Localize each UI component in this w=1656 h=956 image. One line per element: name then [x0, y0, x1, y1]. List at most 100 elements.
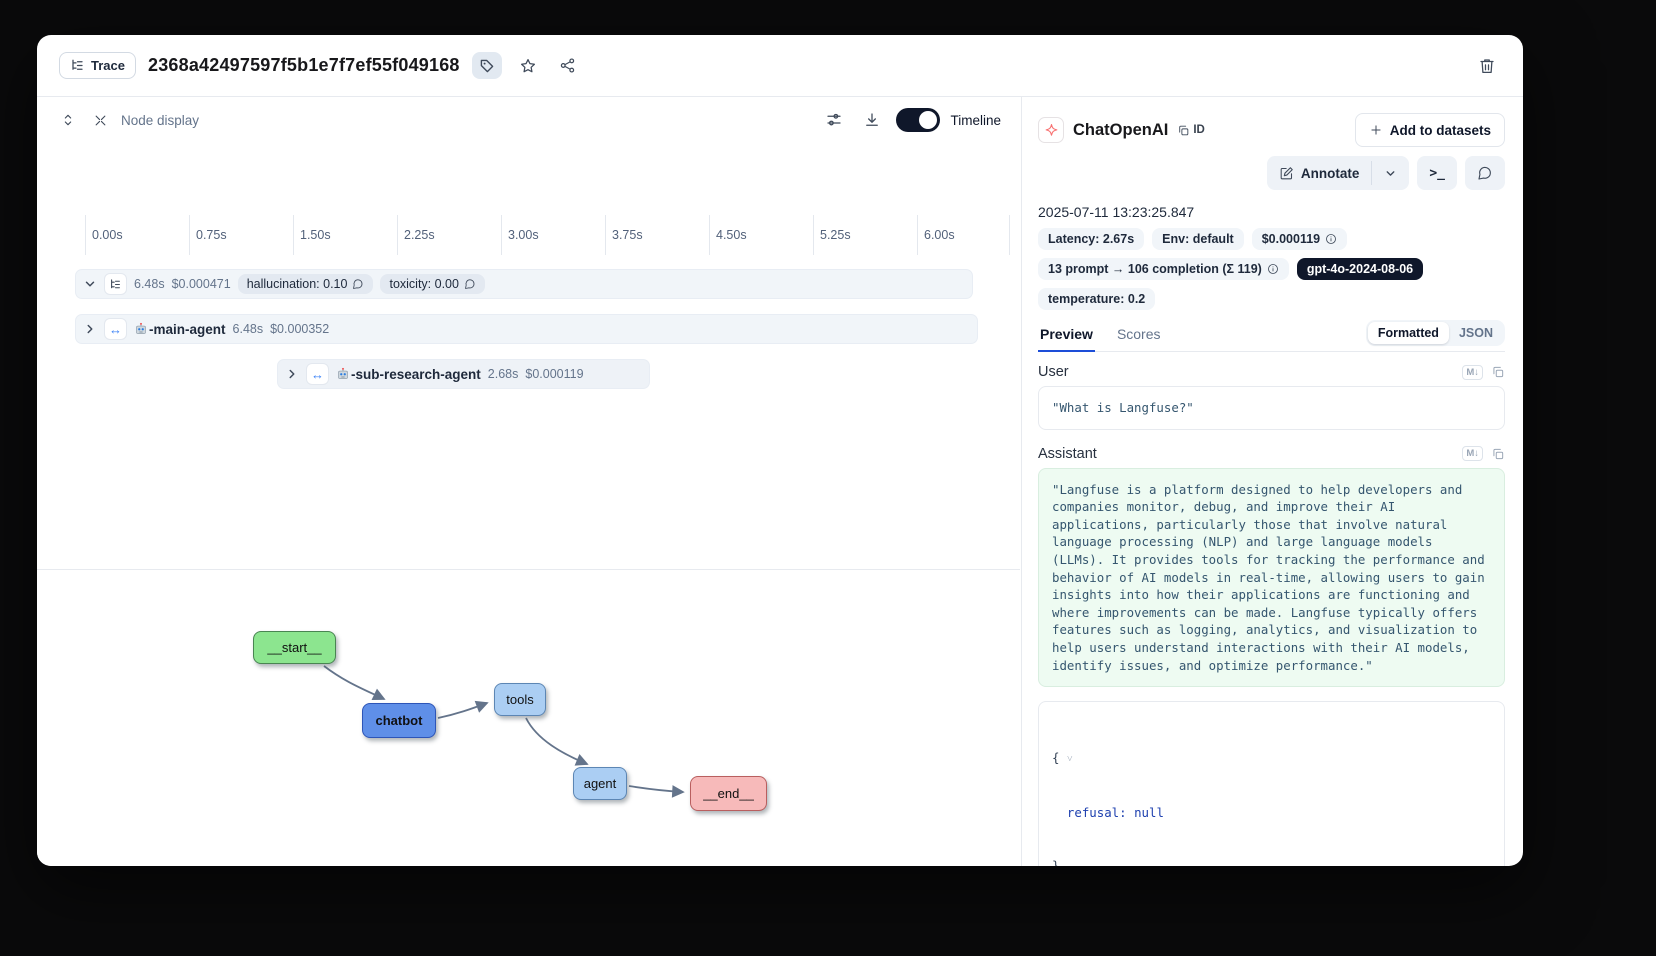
tag-button[interactable]	[472, 52, 502, 79]
chevrons-up-down-icon	[60, 112, 76, 128]
expand-all-button[interactable]	[57, 106, 79, 134]
brace: {	[1052, 750, 1059, 765]
time-tick: 0.75s	[189, 215, 227, 255]
comment-icon	[352, 278, 364, 290]
time-tick: 2.25s	[397, 215, 435, 255]
chevron-right-icon[interactable]	[83, 322, 97, 336]
graph-node-agent[interactable]: agent	[573, 767, 627, 800]
share-button[interactable]	[554, 52, 582, 80]
format-formatted-option[interactable]: Formatted	[1368, 322, 1449, 344]
copy-id-button[interactable]: ID	[1177, 124, 1205, 137]
collapse-icon	[93, 113, 108, 128]
span-icon: ↔	[109, 322, 122, 337]
trace-node-icon-box	[104, 273, 127, 295]
markdown-toggle-icon[interactable]: M↓	[1462, 365, 1483, 380]
user-section-header: User M↓	[1038, 364, 1505, 380]
comments-button[interactable]	[1465, 156, 1505, 190]
terminal-icon: >_	[1429, 166, 1445, 181]
node-display-label: Node display	[121, 113, 199, 128]
assistant-section-header: Assistant M↓	[1038, 446, 1505, 462]
chevron-right-icon[interactable]	[285, 367, 299, 381]
edge-start-chatbot	[324, 666, 384, 699]
info-icon[interactable]	[1267, 263, 1279, 275]
format-json-option[interactable]: JSON	[1449, 322, 1503, 344]
cost-value: $0.000119	[1262, 232, 1320, 246]
model-badge[interactable]: gpt-4o-2024-08-06	[1297, 258, 1423, 280]
user-message-box: "What is Langfuse?"	[1038, 386, 1505, 430]
brace: }	[1052, 858, 1059, 866]
annotate-button[interactable]: Annotate	[1267, 156, 1372, 190]
edge-tools-agent	[526, 718, 587, 764]
time-axis: 0.00s 0.75s 1.50s 2.25s 3.00s 3.75s 4.50…	[37, 215, 1021, 257]
graph-node-end[interactable]: __end__	[690, 776, 767, 811]
collapse-chevron-icon[interactable]: ˅	[1067, 754, 1073, 765]
star-button[interactable]	[514, 52, 542, 80]
tab-scores[interactable]: Scores	[1115, 322, 1163, 351]
observation-duration: 6.48s	[233, 322, 264, 336]
observation-badges: Latency: 2.67s Env: default $0.000119 13…	[1038, 228, 1518, 310]
format-toggle: Formatted JSON	[1366, 320, 1505, 346]
timeline-panel: Node display Timeline 0.00s 0.75s 1.50s …	[37, 97, 1022, 866]
add-to-datasets-button[interactable]: Add to datasets	[1355, 113, 1505, 147]
copy-icon[interactable]	[1491, 447, 1505, 461]
time-tick: 0.00s	[85, 215, 123, 255]
assistant-message-box: "Langfuse is a platform designed to help…	[1038, 468, 1505, 688]
playground-button[interactable]: >_	[1417, 156, 1457, 190]
observation-name-text: -main-agent	[149, 322, 226, 337]
observation-title: ChatOpenAI	[1073, 121, 1168, 140]
comment-icon	[1477, 165, 1493, 181]
trace-id: 2368a42497597f5b1e7f7ef55f049168	[148, 55, 460, 76]
trace-detail-window: Trace 2368a42497597f5b1e7f7ef55f049168 N…	[37, 35, 1523, 866]
add-to-datasets-label: Add to datasets	[1390, 123, 1491, 138]
timeline-row-trace[interactable]: 6.48s $0.000471 hallucination: 0.10 toxi…	[75, 269, 973, 299]
tag-icon	[479, 58, 495, 74]
timeline-toggle[interactable]	[896, 108, 940, 132]
latency-badge: Latency: 2.67s	[1038, 228, 1144, 250]
observation-timestamp: 2025-07-11 13:23:25.847	[1038, 204, 1505, 220]
edge-chatbot-tools	[438, 703, 487, 718]
markdown-toggle-icon[interactable]: M↓	[1462, 446, 1483, 461]
robot-icon	[336, 367, 350, 381]
plus-icon	[1369, 123, 1383, 137]
generation-icon	[1038, 117, 1064, 143]
score-badge-toxicity[interactable]: toxicity: 0.00	[380, 274, 484, 294]
chevron-down-icon[interactable]	[83, 277, 97, 291]
observation-name: -sub-research-agent	[336, 367, 481, 382]
time-tick: 3.00s	[501, 215, 539, 255]
display-settings-button[interactable]	[820, 106, 848, 134]
detail-tabs: Preview Scores Formatted JSON	[1038, 320, 1505, 352]
env-badge: Env: default	[1152, 228, 1244, 250]
share-icon	[559, 57, 576, 74]
json-value: null	[1134, 805, 1164, 820]
info-icon[interactable]	[1325, 233, 1337, 245]
tree-icon	[109, 278, 122, 291]
score-badge-hallucination[interactable]: hallucination: 0.10	[238, 274, 374, 294]
copy-icon[interactable]	[1491, 365, 1505, 379]
graph-node-start[interactable]: __start__	[253, 631, 336, 664]
tab-preview[interactable]: Preview	[1038, 322, 1095, 352]
score-label: toxicity: 0.00	[389, 277, 458, 291]
trace-duration: 6.48s	[134, 277, 165, 291]
delete-trace-button[interactable]	[1473, 52, 1501, 80]
observation-cost: $0.000352	[270, 322, 329, 336]
span-type-icon-box: ↔	[306, 363, 329, 385]
observation-header: ChatOpenAI ID Add to datasets	[1038, 113, 1505, 147]
time-tick-end	[1009, 215, 1016, 255]
header-bar: Trace 2368a42497597f5b1e7f7ef55f049168	[37, 35, 1523, 97]
tokens-badge: 13 prompt → 106 completion (Σ 119)	[1038, 258, 1289, 280]
graph-node-chatbot[interactable]: chatbot	[362, 703, 436, 738]
trace-badge-label: Trace	[91, 58, 125, 73]
observation-name: -main-agent	[134, 322, 226, 337]
collapse-all-button[interactable]	[89, 106, 111, 134]
annotate-dropdown-button[interactable]	[1372, 156, 1409, 190]
trace-type-badge: Trace	[59, 52, 136, 79]
timeline-row-main-agent[interactable]: ↔ -main-agent 6.48s $0.000352	[75, 314, 978, 344]
trace-cost: $0.000471	[172, 277, 231, 291]
graph-node-tools[interactable]: tools	[494, 683, 546, 716]
download-button[interactable]	[858, 106, 886, 134]
timeline-row-sub-research-agent[interactable]: ↔ -sub-research-agent 2.68s $0.000119	[277, 359, 650, 389]
output-json-box: { ˅ refusal: null }	[1038, 701, 1505, 866]
json-key: refusal:	[1067, 805, 1127, 820]
chevron-down-icon	[1384, 167, 1397, 180]
span-type-icon-box: ↔	[104, 318, 127, 340]
